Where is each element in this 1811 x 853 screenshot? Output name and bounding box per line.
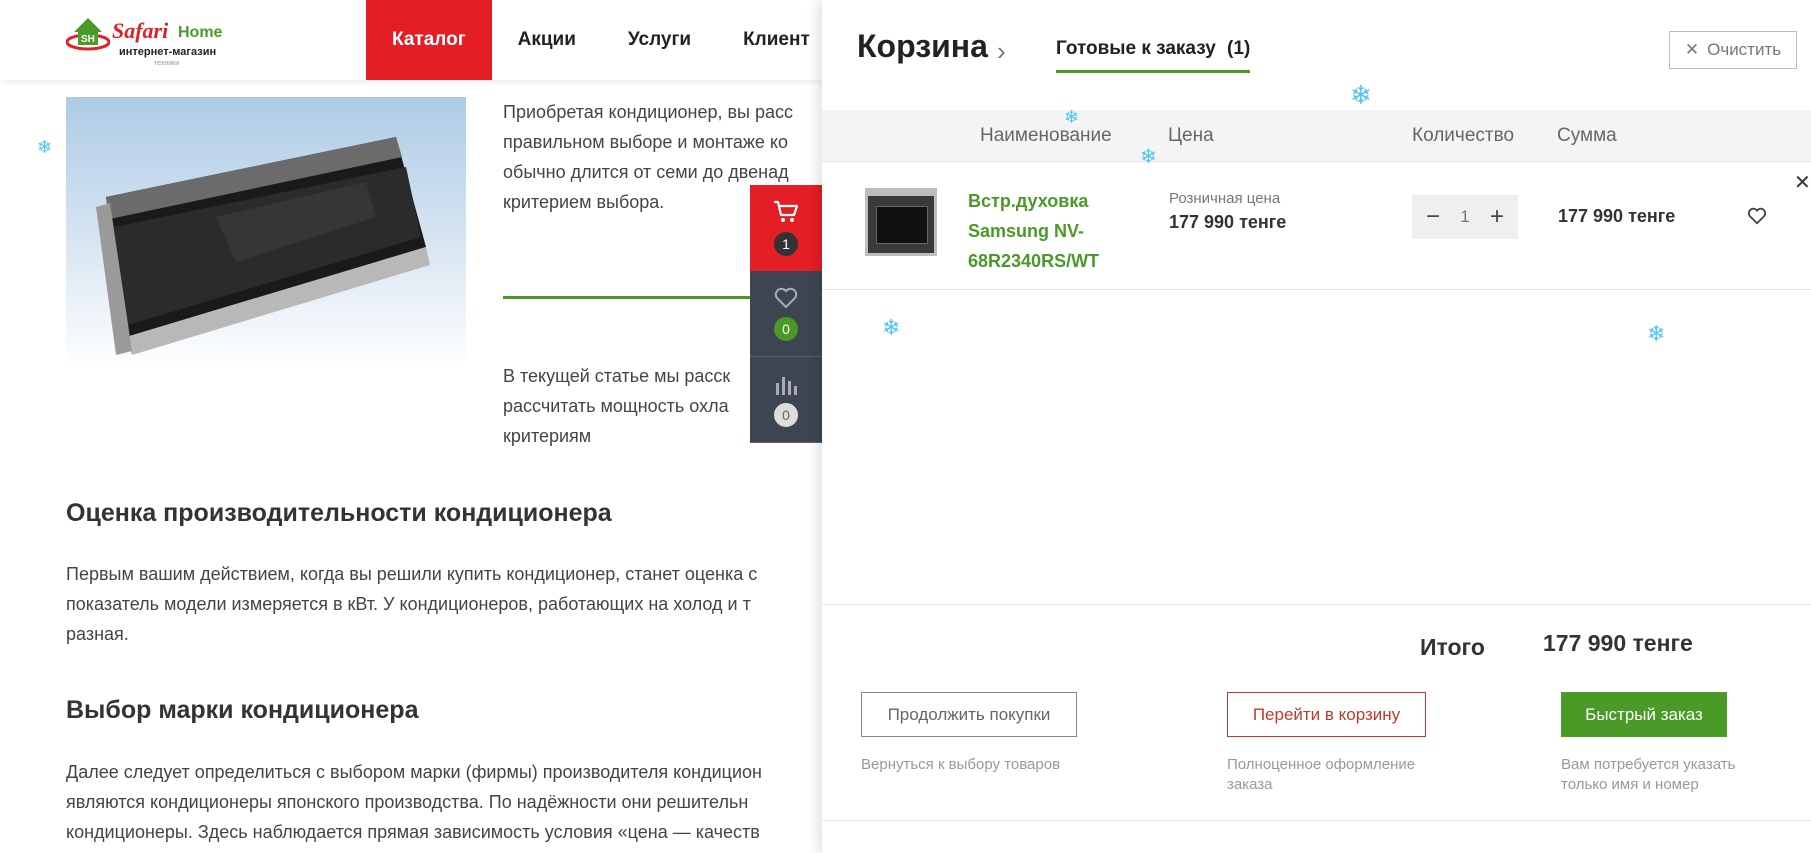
continue-shopping-button[interactable]: Продолжить покупки: [861, 692, 1077, 737]
price-value: 177 990 тенге: [1169, 212, 1287, 232]
column-header-price: Цена: [1168, 125, 1214, 146]
product-name-link[interactable]: Встр.духовка Samsung NV-68R2340RS/WT: [968, 186, 1108, 276]
snowflake-icon: ❄: [37, 137, 53, 157]
plus-icon[interactable]: +: [1486, 205, 1508, 229]
logo[interactable]: SH Safari Home интернет-магазин техники: [66, 10, 236, 70]
logo-word-home: Home: [178, 24, 223, 41]
logo-tag: техники: [154, 60, 180, 67]
divider: [822, 820, 1811, 821]
heart-icon[interactable]: [1746, 206, 1768, 226]
divider: [822, 604, 1811, 605]
compare-count-badge: 0: [774, 402, 798, 427]
total-label: Итого: [1420, 634, 1485, 660]
cart-title[interactable]: Корзина: [857, 28, 988, 65]
column-header-sum: Сумма: [1557, 125, 1617, 146]
quantity-value[interactable]: 1: [1460, 207, 1469, 227]
side-favorites-button[interactable]: 0: [750, 271, 822, 357]
logo-subtitle: интернет-магазин: [119, 46, 217, 58]
remove-item-icon[interactable]: ✕: [1794, 170, 1811, 195]
article-p1-line: показатель модели измеряется в кВт. У ко…: [66, 594, 751, 614]
sum-value: 177 990 тенге: [1558, 206, 1676, 226]
snowflake-icon: ❄: [1064, 107, 1080, 127]
article-p1: Первым вашим действием, когда вы решили …: [66, 559, 757, 649]
side-widget: 1 0 0: [750, 185, 822, 443]
snowflake-icon: ❄: [882, 315, 901, 340]
nav-item-services[interactable]: Услуги: [602, 0, 717, 80]
air-conditioner-illustration: [96, 137, 430, 355]
chevron-right-icon[interactable]: ›: [997, 36, 1006, 67]
clear-cart-button[interactable]: ✕ Очистить: [1669, 31, 1797, 69]
article-p2-line: кондиционеры. Здесь наблюдается прямая з…: [66, 822, 760, 842]
logo-word-safari: Safari: [112, 18, 169, 43]
heart-icon: [774, 287, 798, 308]
close-icon: ✕: [1684, 40, 1700, 59]
snowflake-icon: ❄: [1647, 321, 1666, 346]
cart-item-row: Встр.духовка Samsung NV-68R2340RS/WT Роз…: [822, 162, 1811, 290]
tab-count: (1): [1227, 38, 1251, 59]
cart-panel: Корзина › Готовые к заказу (1) ✕ Очистит…: [822, 0, 1811, 853]
tab-ready-to-order[interactable]: Готовые к заказу (1): [1056, 38, 1251, 73]
side-compare-button[interactable]: 0: [750, 357, 822, 443]
article-p2-line: являются кондиционеры японского производ…: [66, 792, 749, 812]
continue-note: Вернуться к выбору товаров: [861, 756, 1061, 773]
article-p2: Далее следует определиться с выбором мар…: [66, 757, 762, 847]
cart-count-badge: 1: [774, 232, 798, 256]
snowflake-icon: ❄: [1140, 146, 1157, 168]
article-second: В текущей статье мы расск рассчитать мощ…: [503, 361, 730, 451]
product-image[interactable]: [865, 188, 937, 256]
heading-performance: Оценка производительности кондиционера: [66, 499, 612, 527]
article-intro-line: Приобретая кондиционер, вы расс: [503, 102, 793, 122]
nav-item-clients[interactable]: Клиент: [717, 0, 836, 80]
compare-chart-icon: [776, 376, 797, 395]
article-intro-line: обычно длится от семи до двенад: [503, 162, 789, 182]
nav-item-catalog[interactable]: Каталог: [366, 0, 492, 80]
side-cart-button[interactable]: 1: [750, 185, 822, 271]
favorites-count-badge: 0: [774, 316, 798, 341]
go-cart-note: Полноценное оформление заказа: [1227, 756, 1416, 793]
article-second-line: критериям: [503, 426, 592, 446]
quick-order-button[interactable]: Быстрый заказ: [1561, 692, 1727, 737]
svg-text:SH: SH: [81, 34, 95, 45]
page: SH Safari Home интернет-магазин техники …: [0, 0, 1811, 853]
snowflake-icon: ❄: [1350, 80, 1372, 110]
tab-label: Готовые к заказу: [1056, 38, 1216, 59]
article-p1-line: разная.: [66, 624, 129, 644]
article-second-line: рассчитать мощность охла: [503, 396, 729, 416]
nav-item-promo[interactable]: Акции: [492, 0, 602, 80]
total-value: 177 990 тенге: [1543, 630, 1693, 656]
table-header: Наименование Цена Количество Сумма: [822, 110, 1811, 162]
quick-order-note: Вам потребуется указать только имя и ном…: [1561, 756, 1736, 793]
article-intro-line: правильном выборе и монтаже ко: [503, 132, 789, 152]
column-header-qty: Количество: [1412, 125, 1515, 146]
main-nav: Каталог Акции Услуги Клиент: [366, 0, 836, 80]
minus-icon[interactable]: −: [1422, 205, 1444, 229]
go-to-cart-button[interactable]: Перейти в корзину: [1227, 692, 1426, 737]
quantity-stepper: − 1 +: [1412, 195, 1518, 239]
house-logo-icon: SH: [66, 18, 110, 51]
article-p2-line: Далее следует определиться с выбором мар…: [66, 762, 762, 782]
article-second-line: В текущей статье мы расск: [503, 366, 731, 386]
article-p1-line: Первым вашим действием, когда вы решили …: [66, 564, 758, 584]
clear-label: Очистить: [1707, 40, 1782, 59]
cart-icon: [774, 200, 799, 222]
air-conditioner-image: [66, 97, 466, 369]
column-header-name: Наименование: [980, 125, 1112, 146]
price-label: Розничная цена: [1169, 190, 1281, 207]
heading-brand: Выбор марки кондиционера: [66, 696, 419, 724]
